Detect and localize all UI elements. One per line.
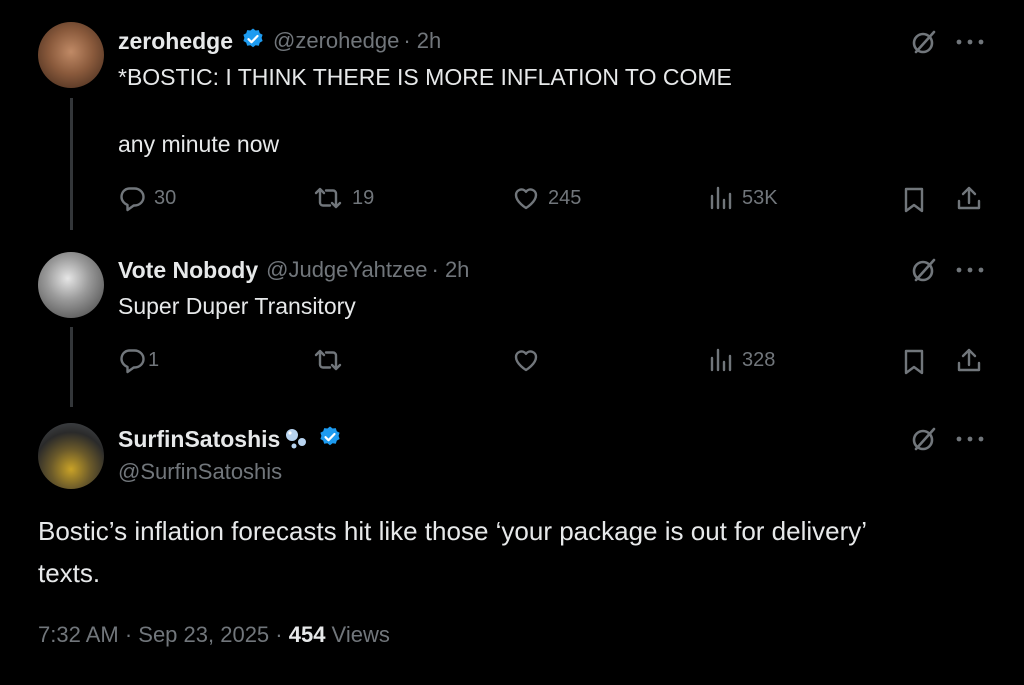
like-count: 245 (548, 186, 582, 209)
avatar[interactable] (38, 423, 104, 489)
grok-icon[interactable] (910, 28, 938, 56)
handle[interactable]: @JudgeYahtzee (266, 257, 427, 283)
like-button[interactable]: 245 (512, 184, 581, 212)
handle[interactable]: @SurfinSatoshis (118, 459, 282, 485)
avatar[interactable] (38, 252, 104, 318)
tweet-text-line-2: any minute now (118, 131, 280, 157)
views-label: Views (325, 622, 390, 647)
verified-badge-icon (318, 425, 342, 454)
thread-line (70, 327, 73, 407)
like-icon (512, 346, 540, 374)
views-count: 53K (742, 186, 778, 209)
views-icon (708, 184, 734, 212)
retweet-count: 19 (352, 186, 375, 209)
grok-icon[interactable] (910, 425, 938, 453)
more-icon[interactable] (955, 38, 985, 46)
views-button[interactable]: 328 (708, 346, 775, 374)
timestamp[interactable]: · 2h (432, 257, 470, 283)
reply-count: 1 (148, 348, 160, 371)
views-button[interactable]: 53K (708, 184, 778, 212)
display-name[interactable]: SurfinSatoshis (118, 426, 280, 453)
retweet-icon (312, 346, 344, 374)
views-icon (708, 346, 734, 374)
timestamp[interactable]: · 2h (403, 28, 441, 54)
more-icon[interactable] (955, 266, 985, 274)
reply-count: 30 (154, 186, 177, 209)
main-tweet-text-line-2: texts. (38, 558, 101, 588)
main-tweet-text-line-1: Bostic’s inflation forecasts hit like th… (38, 516, 868, 546)
display-name[interactable]: Vote Nobody (118, 257, 258, 284)
bookmark-icon[interactable] (902, 348, 926, 376)
like-icon (512, 184, 540, 212)
retweet-icon (312, 184, 344, 212)
share-icon[interactable] (955, 184, 983, 212)
avatar[interactable] (38, 22, 104, 88)
reply-button[interactable]: 1 (118, 346, 159, 374)
retweet-button[interactable]: 19 (312, 184, 374, 212)
like-button[interactable] (512, 346, 548, 374)
more-icon[interactable] (955, 435, 985, 443)
bookmark-icon[interactable] (902, 186, 926, 214)
views-count: 328 (742, 348, 776, 371)
reply-button[interactable]: 30 (118, 184, 176, 212)
timestamp[interactable]: 7:32 AM · Sep 23, 2025 · (38, 622, 289, 647)
views-count: 454 (288, 622, 326, 647)
share-icon[interactable] (955, 346, 983, 374)
bubbles-emoji-icon (284, 427, 310, 451)
tweet-text-line-1: Super Duper Transitory (118, 293, 356, 319)
verified-badge-icon (241, 27, 265, 56)
retweet-button[interactable] (312, 346, 352, 374)
grok-icon[interactable] (910, 256, 938, 284)
reply-icon (118, 184, 146, 212)
thread-line (70, 98, 73, 230)
handle[interactable]: @zerohedge (273, 28, 399, 54)
tweet-text-line-1: *BOSTIC: I THINK THERE IS MORE INFLATION… (118, 64, 732, 90)
tweet-metadata: 7:32 AM · Sep 23, 2025 · 454 Views (38, 622, 390, 648)
display-name[interactable]: zerohedge (118, 28, 233, 55)
reply-icon (118, 346, 146, 374)
